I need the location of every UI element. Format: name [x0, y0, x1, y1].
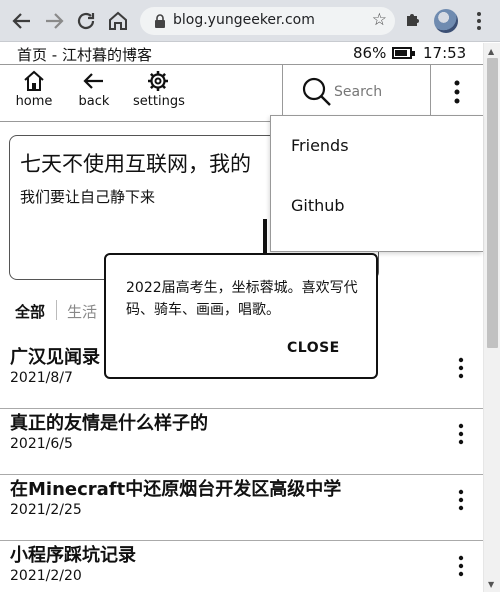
post-list-item[interactable]: 小程序踩坑记录 2021/2/20	[0, 541, 483, 592]
home-icon	[24, 70, 44, 91]
tab-all[interactable]: 全部	[15, 301, 45, 322]
battery-icon	[392, 47, 415, 59]
arrow-left-icon	[83, 73, 103, 89]
home-button[interactable]: home	[14, 69, 54, 109]
profile-avatar[interactable]	[434, 9, 458, 33]
home-icon[interactable]	[106, 9, 130, 33]
gear-icon	[148, 71, 168, 91]
post-title: 小程序踩坑记录	[10, 545, 136, 566]
page-title: 首页 - 江村暮的博客	[17, 46, 152, 64]
dialog-pointer	[263, 219, 267, 254]
scrollbar-thumb[interactable]	[487, 58, 498, 348]
post-list-item[interactable]: 在Minecraft中还原烟台开发区高级中学 2021/2/25	[0, 475, 483, 541]
tab-divider	[56, 300, 57, 320]
post-title: 真正的友情是什么样子的	[10, 413, 208, 434]
home-label: home	[15, 94, 53, 109]
app-toolbar: home back settings	[0, 65, 483, 122]
battery-percent: 86%	[353, 44, 387, 62]
toolbar-divider	[430, 65, 431, 122]
featured-post-title: 七天不使用互联网，我的	[20, 152, 251, 176]
more-dropdown-menu: Friends Github	[270, 115, 483, 252]
back-button[interactable]: back	[76, 69, 112, 109]
post-date: 2021/2/20	[10, 568, 82, 584]
browser-menu-icon[interactable]	[474, 9, 484, 33]
battery-level-fill	[395, 50, 408, 56]
settings-button[interactable]: settings	[133, 69, 185, 109]
back-arrow-icon[interactable]	[10, 9, 34, 33]
post-more-icon[interactable]	[457, 357, 465, 379]
more-menu-icon[interactable]	[452, 79, 462, 105]
back-label: back	[78, 94, 110, 109]
status-bar: 首页 - 江村暮的博客 86% 17:53	[0, 43, 483, 65]
tab-life[interactable]: 生活	[67, 301, 97, 322]
about-dialog: 2022届高考生，坐标蓉城。喜欢写代码、骑车、画画，唱歌。 CLOSE	[104, 253, 378, 379]
address-bar[interactable]: blog.yungeeker.com ☆	[140, 7, 395, 35]
post-date: 2021/8/7	[10, 370, 73, 386]
extensions-puzzle-icon[interactable]	[403, 10, 423, 30]
post-title: 广汉见闻录	[10, 347, 100, 368]
reload-icon[interactable]	[74, 9, 98, 33]
post-title: 在Minecraft中还原烟台开发区高级中学	[10, 479, 342, 500]
post-date: 2021/6/5	[10, 436, 73, 452]
clock: 17:53	[423, 44, 467, 62]
url-text: blog.yungeeker.com	[173, 12, 315, 28]
search-icon[interactable]	[302, 77, 332, 107]
dialog-message: 2022届高考生，坐标蓉城。喜欢写代码、骑车、画画，唱歌。	[126, 280, 358, 318]
post-more-icon[interactable]	[457, 423, 465, 445]
bookmark-star-icon[interactable]: ☆	[372, 10, 387, 30]
browser-toolbar: blog.yungeeker.com ☆	[0, 0, 500, 42]
featured-post-subtitle: 我们要让自己静下来	[20, 188, 156, 206]
toolbar-divider	[282, 65, 283, 122]
search-input[interactable]	[334, 84, 424, 100]
post-more-icon[interactable]	[457, 489, 465, 511]
settings-label: settings	[133, 94, 185, 109]
close-button[interactable]: CLOSE	[287, 340, 340, 356]
scrollbar[interactable]: ▲ ▼	[483, 43, 500, 592]
lock-icon	[155, 14, 165, 28]
forward-arrow-icon[interactable]	[42, 9, 66, 33]
post-more-icon[interactable]	[457, 555, 465, 577]
scroll-up-icon[interactable]: ▲	[488, 47, 494, 56]
scroll-down-icon[interactable]: ▼	[488, 580, 494, 589]
menu-item-friends[interactable]: Friends	[291, 136, 349, 155]
post-date: 2021/2/25	[10, 502, 82, 518]
menu-item-github[interactable]: Github	[291, 196, 345, 215]
post-list-item[interactable]: 真正的友情是什么样子的 2021/6/5	[0, 409, 483, 475]
